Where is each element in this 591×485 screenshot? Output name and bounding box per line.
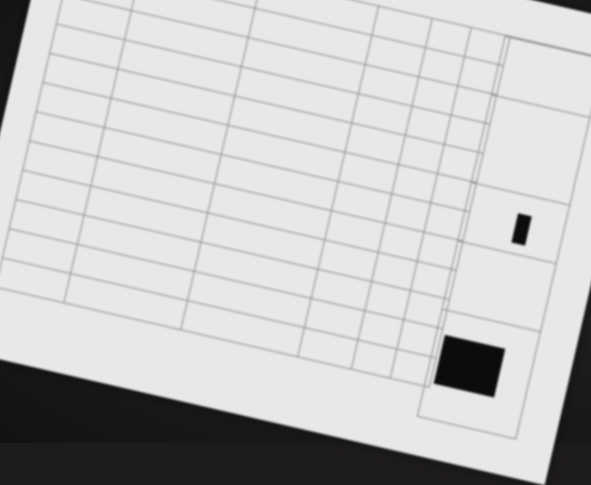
document-table — [0, 0, 511, 388]
document-table-body — [0, 0, 511, 388]
